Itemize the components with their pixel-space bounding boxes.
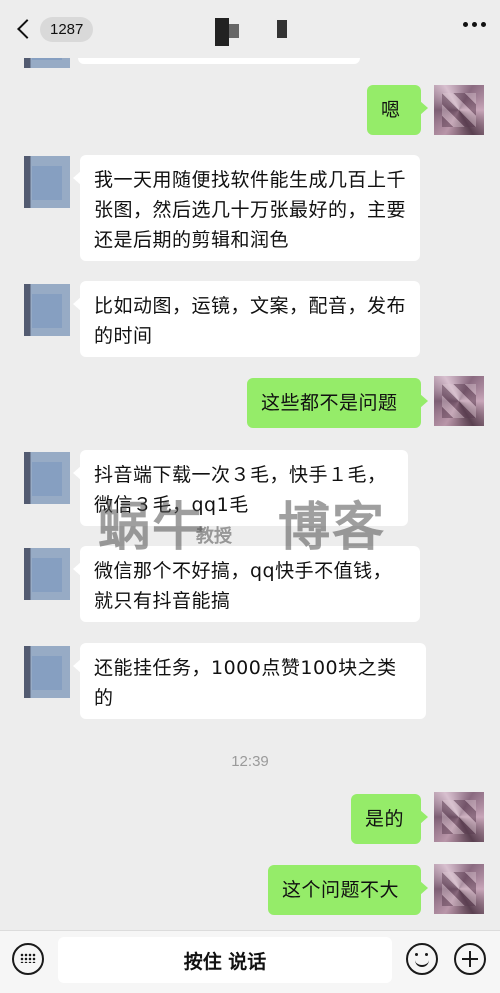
contact-avatar[interactable] — [24, 646, 70, 698]
input-toolbar: 按住 说话 — [0, 930, 500, 993]
contact-avatar[interactable] — [24, 452, 70, 504]
message-bubble[interactable]: 这些都不是问题 — [247, 378, 428, 428]
my-avatar[interactable] — [434, 792, 484, 842]
message-bubble[interactable]: 还能挂任务，1000点赞100块之类的 — [73, 643, 426, 719]
chat-title-redacted — [215, 18, 295, 46]
unread-count-badge: 1287 — [40, 16, 94, 42]
dot-icon — [481, 22, 486, 27]
contact-avatar[interactable] — [24, 58, 70, 68]
watermark-text-right: 博客 — [278, 498, 387, 558]
message-timestamp: 12:39 — [231, 753, 269, 770]
back-button[interactable]: 1287 — [14, 14, 94, 44]
emoji-icon[interactable] — [406, 943, 438, 975]
chat-message-list[interactable]: 嗯 我一天用随便找软件能生成几百上千张图，然后选几十万张最好的，主要还是后期的剪… — [0, 58, 500, 930]
keyboard-toggle-icon[interactable] — [12, 943, 44, 975]
chevron-left-icon — [17, 19, 37, 39]
contact-avatar[interactable] — [24, 284, 70, 336]
dot-icon — [463, 22, 468, 27]
chat-header: 1287 — [0, 0, 500, 58]
message-bubble[interactable]: 嗯 — [367, 85, 428, 135]
plus-icon[interactable] — [454, 943, 486, 975]
message-bubble[interactable]: 比如动图，运镜，文案，配音，发布的时间 — [73, 281, 420, 357]
message-bubble-partial — [78, 58, 360, 64]
message-bubble[interactable]: 这个问题不大 — [268, 865, 428, 915]
message-bubble[interactable]: 是的 — [351, 794, 428, 844]
blog-watermark: 蜗牛 教授 博客 — [98, 498, 398, 568]
my-avatar[interactable] — [434, 864, 484, 914]
watermark-text-small: 教授 — [196, 526, 232, 547]
message-bubble[interactable]: 我一天用随便找软件能生成几百上千张图，然后选几十万张最好的，主要还是后期的剪辑和… — [73, 155, 420, 261]
my-avatar[interactable] — [434, 376, 484, 426]
contact-avatar[interactable] — [24, 548, 70, 600]
watermark-text-left: 蜗牛 — [98, 498, 207, 558]
dot-icon — [472, 22, 477, 27]
my-avatar[interactable] — [434, 85, 484, 135]
hold-to-talk-button[interactable]: 按住 说话 — [58, 937, 392, 983]
contact-avatar[interactable] — [24, 156, 70, 208]
more-options-button[interactable] — [463, 22, 486, 27]
